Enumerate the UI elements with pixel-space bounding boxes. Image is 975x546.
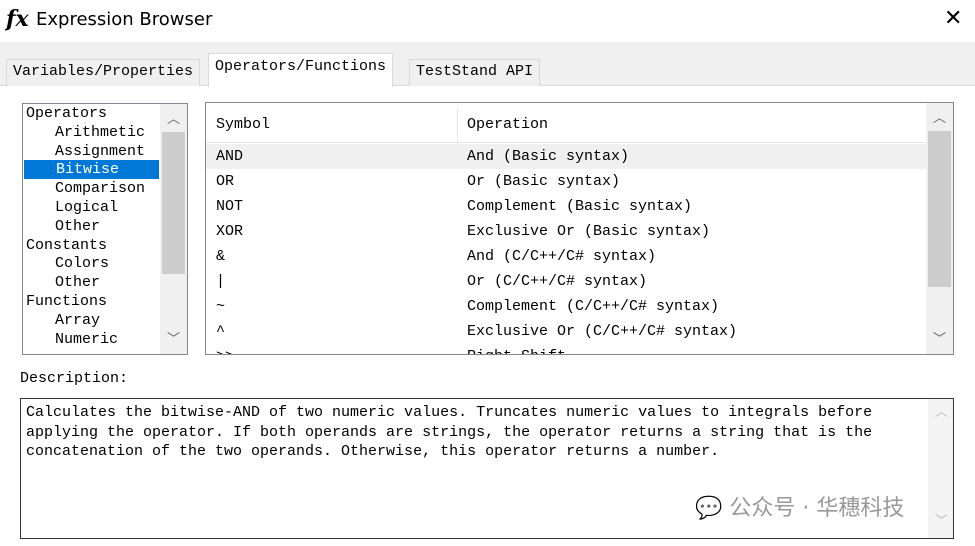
scroll-thumb[interactable]: [162, 132, 185, 274]
symbol-cell: OR: [216, 173, 235, 190]
tab-variables-properties[interactable]: Variables/Properties: [6, 59, 201, 86]
operation-cell: Or (C/C++/C# syntax): [467, 273, 648, 290]
operation-cell: Complement (Basic syntax): [467, 198, 693, 215]
table-row[interactable]: AND And (Basic syntax): [206, 144, 926, 169]
category-tree[interactable]: Operators Arithmetic Assignment Bitwise Comp…: [22, 103, 188, 355]
operation-cell: And (C/C++/C# syntax): [467, 248, 657, 265]
scroll-up-icon[interactable]: ︿: [928, 403, 955, 427]
description-label: Description:: [20, 370, 129, 387]
column-divider[interactable]: [457, 108, 458, 143]
tab-teststand-api[interactable]: TestStand API: [409, 59, 541, 86]
symbol-cell: NOT: [216, 198, 244, 215]
fx-icon: fx: [6, 6, 29, 32]
grid-scrollbar[interactable]: ︿ ﹀: [926, 103, 953, 354]
operation-cell: Exclusive Or (Basic syntax): [467, 223, 711, 240]
tab-operators-functions[interactable]: Operators/Functions: [208, 53, 394, 87]
table-row[interactable]: NOT Complement (Basic syntax): [206, 194, 926, 219]
watermark: 💬 公众号 · 华穗科技: [695, 490, 904, 522]
table-row[interactable]: ~ Complement (C/C++/C# syntax): [206, 294, 926, 319]
operation-cell: Complement (C/C++/C# syntax): [467, 298, 720, 315]
operation-cell: Exclusive Or (C/C++/C# syntax): [467, 323, 738, 340]
description-text: Calculates the bitwise-AND of two numeri…: [26, 404, 873, 460]
operation-cell: Right Shift: [467, 344, 566, 354]
table-row[interactable]: & And (C/C++/C# syntax): [206, 244, 926, 269]
scroll-down-icon[interactable]: ﹀: [928, 512, 955, 536]
scroll-thumb[interactable]: [928, 131, 951, 287]
symbol-cell: ^: [216, 323, 226, 340]
scroll-up-icon[interactable]: ︿: [926, 107, 953, 131]
description-scrollbar[interactable]: ︿ ﹀: [928, 399, 953, 538]
tab-strip: Variables/Properties Operators/Functions…: [0, 42, 975, 87]
scroll-up-icon[interactable]: ︿: [160, 108, 187, 132]
symbol-cell: AND: [216, 148, 244, 165]
column-header-operation[interactable]: Operation: [467, 116, 548, 133]
symbol-cell: XOR: [216, 223, 244, 240]
table-row[interactable]: >> Right Shift: [206, 344, 926, 354]
operation-cell: And (Basic syntax): [467, 148, 630, 165]
watermark-text: 公众号 · 华穗科技: [729, 496, 905, 521]
table-row[interactable]: XOR Exclusive Or (Basic syntax): [206, 219, 926, 244]
symbol-cell: |: [216, 273, 226, 290]
tree-scrollbar[interactable]: ︿ ﹀: [160, 104, 187, 354]
wechat-icon: 💬: [695, 496, 723, 521]
operators-grid: Symbol Operation AND And (Basic syntax) OR…: [205, 102, 954, 355]
scroll-down-icon[interactable]: ﹀: [926, 328, 953, 352]
scroll-down-icon[interactable]: ﹀: [160, 328, 187, 352]
table-row[interactable]: | Or (C/C++/C# syntax): [206, 269, 926, 294]
close-icon[interactable]: ✕: [944, 6, 962, 31]
symbol-cell: >>: [216, 344, 234, 354]
operation-cell: Or (Basic syntax): [467, 173, 621, 190]
table-row[interactable]: ^ Exclusive Or (C/C++/C# syntax): [206, 319, 926, 344]
grid-header: Symbol Operation: [206, 108, 926, 143]
tree-item[interactable]: Bitwise: [24, 160, 159, 180]
symbol-cell: ~: [216, 298, 226, 315]
column-header-symbol[interactable]: Symbol: [216, 116, 270, 133]
symbol-cell: &: [216, 248, 226, 265]
table-row[interactable]: OR Or (Basic syntax): [206, 169, 926, 194]
title-bar: fx Expression Browser ✕: [0, 0, 975, 42]
window-title: Expression Browser: [36, 9, 213, 30]
